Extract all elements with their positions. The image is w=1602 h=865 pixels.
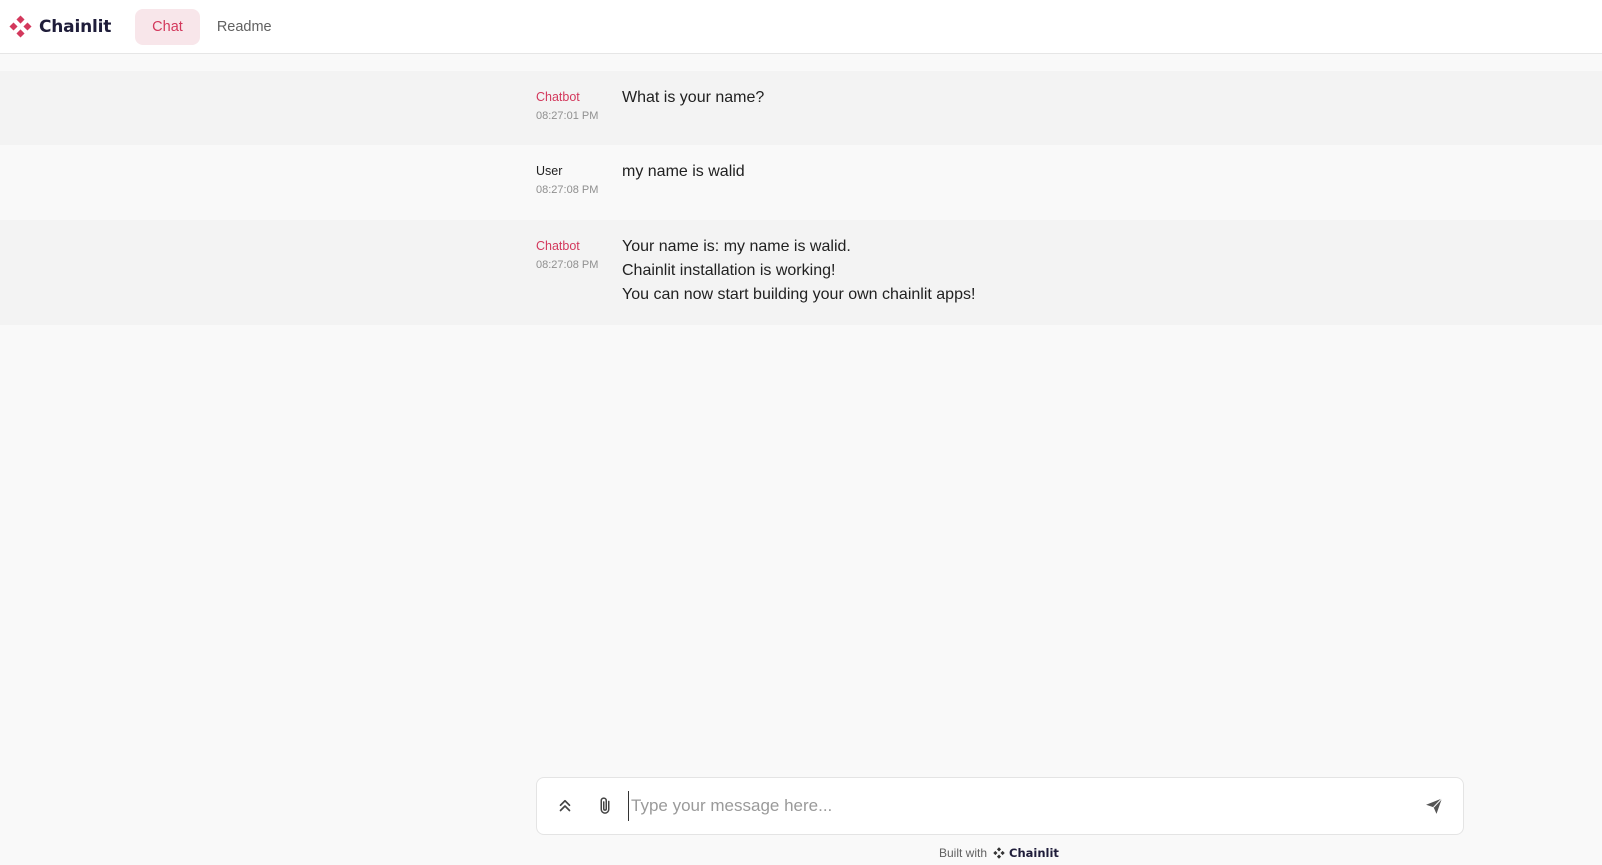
message-content: What is your name? [622, 86, 764, 145]
brand-logo[interactable]: Chainlit [7, 13, 111, 40]
message-line: my name is walid [622, 163, 745, 180]
chevrons-up-icon [559, 799, 571, 812]
built-with-label: Built with [939, 846, 988, 860]
message-line: What is your name? [622, 89, 765, 106]
tab-readme[interactable]: Readme [200, 9, 289, 45]
message-meta: User 08:27:08 PM [536, 163, 622, 220]
message-meta: Chatbot 08:27:01 PM [536, 89, 622, 145]
send-button[interactable] [1421, 793, 1447, 819]
message-content: my name is walid [622, 160, 745, 220]
message-composer [536, 777, 1464, 835]
message-line: Your name is: my name is walid. [622, 238, 851, 255]
chainlit-logo-icon [993, 847, 1005, 859]
attach-file-button[interactable] [592, 793, 618, 819]
footer: Built with Chainlit [939, 844, 1059, 862]
footer-brand-link[interactable]: Chainlit [992, 846, 1059, 860]
message-list: Chatbot 08:27:01 PM What is your name? U… [0, 71, 1602, 325]
message-input[interactable] [628, 791, 1411, 821]
nav-tabs: Chat Readme [135, 8, 289, 45]
message-author: User [536, 164, 563, 178]
brand-name: Chainlit [39, 16, 112, 37]
tab-chat[interactable]: Chat [135, 8, 200, 45]
chainlit-logo-icon [9, 15, 32, 38]
message-author: Chatbot [536, 90, 580, 104]
message-row: User 08:27:08 PM my name is walid [0, 145, 1602, 220]
message-timestamp: 08:27:01 PM [536, 110, 599, 122]
message-timestamp: 08:27:08 PM [536, 184, 599, 196]
message-author: Chatbot [536, 239, 580, 253]
send-icon [1426, 798, 1443, 814]
message-line: Chainlit installation is working! [622, 262, 836, 279]
message-row: Chatbot 08:27:08 PM Your name is: my nam… [0, 220, 1602, 325]
message-row: Chatbot 08:27:01 PM What is your name? [0, 71, 1602, 145]
top-navbar: Chainlit Chat Readme [0, 0, 1602, 54]
message-meta: Chatbot 08:27:08 PM [536, 238, 622, 325]
settings-chevrons-button[interactable] [552, 793, 578, 819]
paperclip-icon [600, 797, 610, 814]
message-line: You can now start building your own chai… [622, 286, 976, 303]
message-timestamp: 08:27:08 PM [536, 259, 599, 271]
message-content: Your name is: my name is walid. Chainlit… [622, 235, 975, 325]
footer-brand-name: Chainlit [1009, 846, 1059, 860]
